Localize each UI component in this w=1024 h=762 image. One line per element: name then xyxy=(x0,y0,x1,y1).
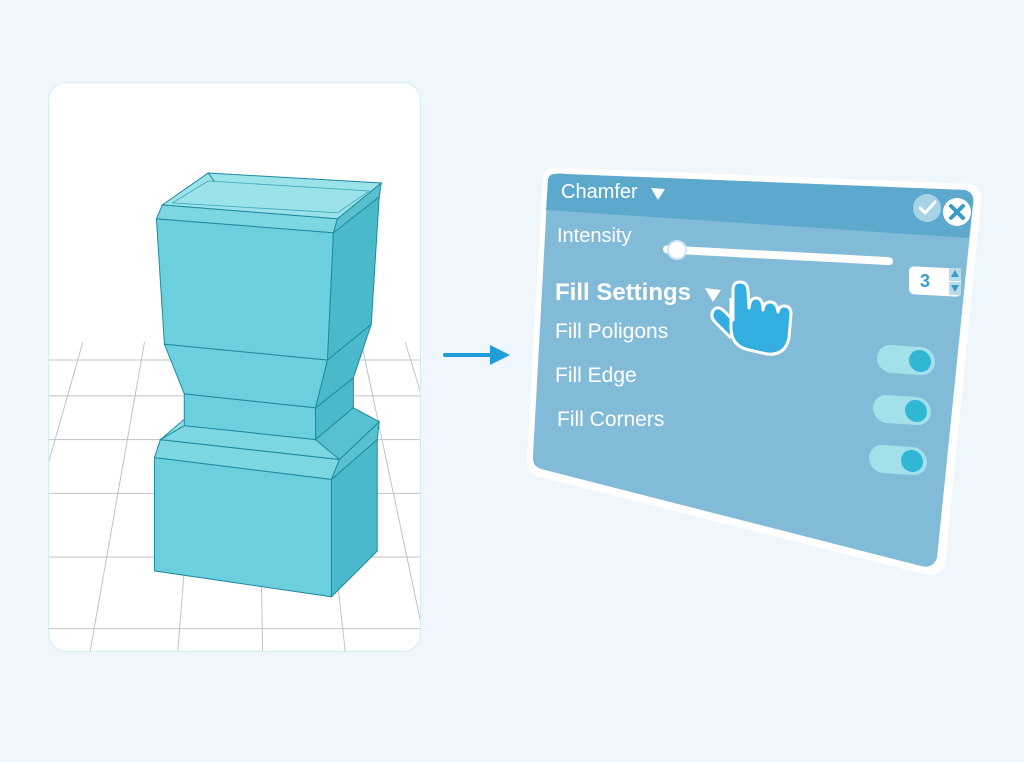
settings-panel-wrap: Chamfer Intensity 3 Fill Settings xyxy=(525,160,985,590)
intensity-value: 3 xyxy=(920,271,930,291)
panel-title[interactable]: Chamfer xyxy=(561,181,638,203)
option-corners-label: Fill Corners xyxy=(557,408,664,431)
section-header[interactable]: Fill Settings xyxy=(555,279,691,306)
model-3d[interactable] xyxy=(154,173,381,597)
confirm-button[interactable] xyxy=(913,194,941,222)
toggle-edge[interactable] xyxy=(873,394,931,426)
close-button[interactable] xyxy=(943,198,971,226)
viewport-svg xyxy=(49,83,420,651)
intensity-stepper[interactable]: 3 xyxy=(909,266,961,297)
toggle-polygons[interactable] xyxy=(877,344,935,376)
option-edge-label: Fill Edge xyxy=(555,364,637,387)
option-polygons-label: Fill Poligons xyxy=(555,320,668,343)
intensity-label: Intensity xyxy=(557,225,631,247)
viewport-card xyxy=(48,82,421,652)
arrow-icon xyxy=(442,335,512,375)
toggle-corners[interactable] xyxy=(869,444,927,476)
